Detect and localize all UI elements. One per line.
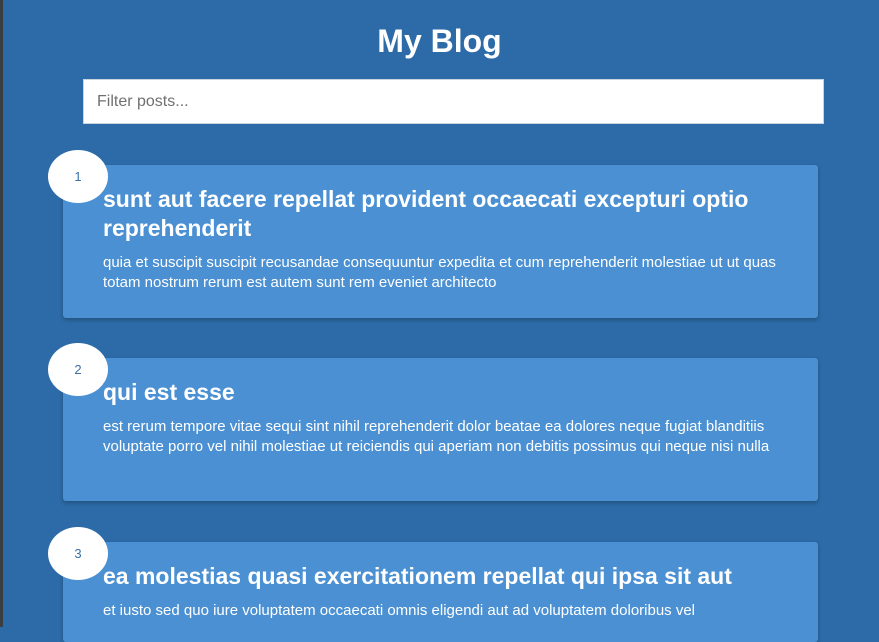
post-card: qui est esse est rerum tempore vitae seq… bbox=[63, 358, 818, 501]
post-body: est rerum tempore vitae sequi sint nihil… bbox=[103, 418, 770, 455]
page-title: My Blog bbox=[377, 23, 502, 59]
post-card: sunt aut facere repellat provident occae… bbox=[63, 165, 818, 318]
post-number-badge: 1 bbox=[48, 150, 108, 203]
window-edge bbox=[0, 0, 3, 627]
post-card: ea molestias quasi exercitationem repell… bbox=[63, 542, 818, 642]
post-title: qui est esse bbox=[103, 379, 235, 405]
post-title: sunt aut facere repellat provident occae… bbox=[103, 186, 749, 241]
filter-posts-input[interactable] bbox=[83, 79, 824, 124]
post-number-badge: 3 bbox=[48, 527, 108, 580]
post-body: et iusto sed quo iure voluptatem occaeca… bbox=[103, 602, 696, 619]
post-body: quia et suscipit suscipit recusandae con… bbox=[103, 254, 776, 291]
post-title: ea molestias quasi exercitationem repell… bbox=[103, 563, 732, 589]
post-number-badge: 2 bbox=[48, 343, 108, 396]
